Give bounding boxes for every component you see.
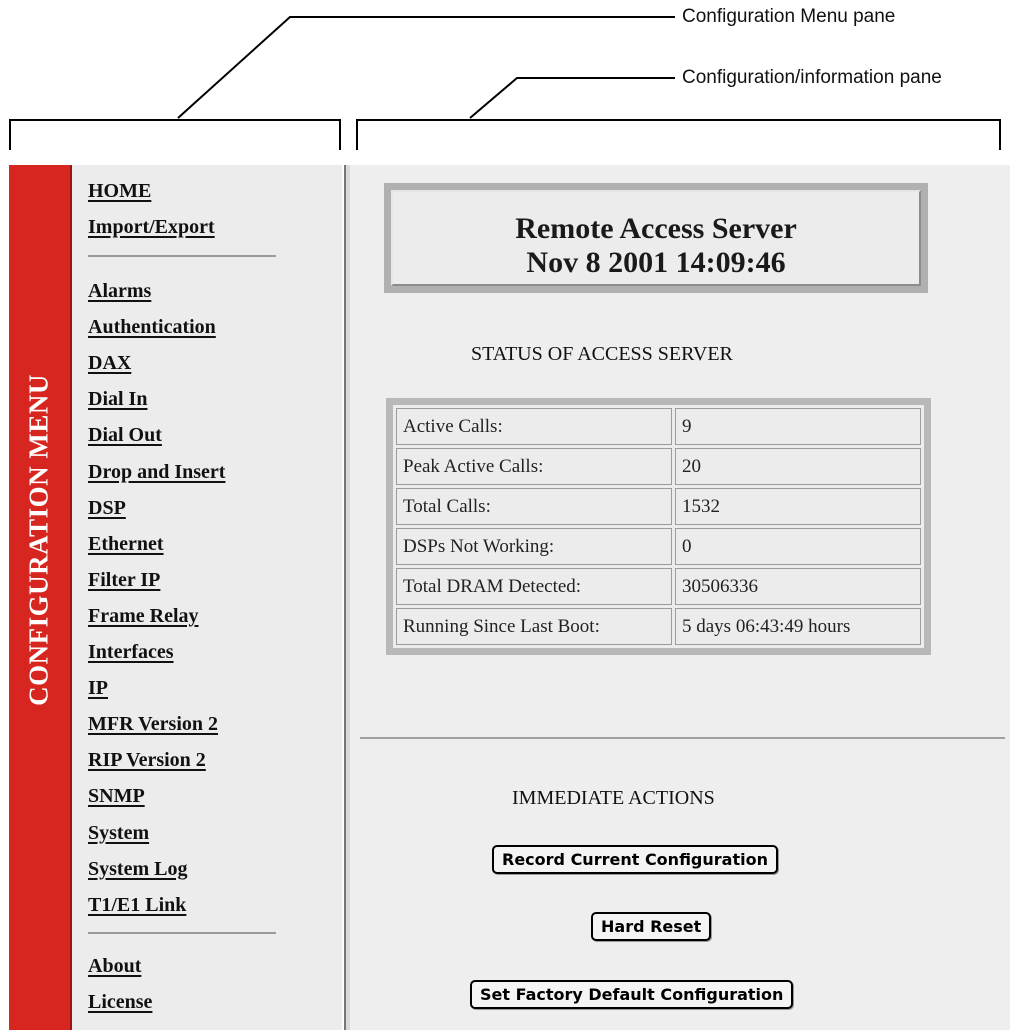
menu-item-t1-e1-link[interactable]: T1/E1 Link xyxy=(88,894,186,917)
callout-menu-pane: Configuration Menu pane xyxy=(682,6,896,27)
section-divider xyxy=(360,737,1005,739)
status-value: 5 days 06:43:49 hours xyxy=(675,608,921,645)
table-row: DSPs Not Working: 0 xyxy=(396,528,921,565)
table-row: Total Calls: 1532 xyxy=(396,488,921,525)
status-label: Total Calls: xyxy=(396,488,672,525)
status-label: Active Calls: xyxy=(396,408,672,445)
menu-item-ethernet[interactable]: Ethernet xyxy=(88,533,164,556)
menu-item-filter-ip[interactable]: Filter IP xyxy=(88,569,160,592)
status-value: 20 xyxy=(675,448,921,485)
menu-item-alarms[interactable]: Alarms xyxy=(88,280,151,303)
actions-heading: IMMEDIATE ACTIONS xyxy=(512,787,715,809)
table-row: Total DRAM Detected: 30506336 xyxy=(396,568,921,605)
menu-item-system-log[interactable]: System Log xyxy=(88,858,187,881)
menu-separator xyxy=(88,255,276,257)
status-heading: STATUS OF ACCESS SERVER xyxy=(471,343,733,365)
status-value: 30506336 xyxy=(675,568,921,605)
menu-item-rip-version-2[interactable]: RIP Version 2 xyxy=(88,749,206,772)
status-value: 1532 xyxy=(675,488,921,525)
menu-item-license[interactable]: License xyxy=(88,991,152,1014)
menu-item-dsp[interactable]: DSP xyxy=(88,497,126,520)
record-current-configuration-button[interactable]: Record Current Configuration xyxy=(492,845,778,874)
server-datetime: Nov 8 2001 14:09:46 xyxy=(526,246,786,279)
menu-item-dial-in[interactable]: Dial In xyxy=(88,388,147,411)
menu-item-system[interactable]: System xyxy=(88,822,149,845)
status-value: 0 xyxy=(675,528,921,565)
menu-item-ip[interactable]: IP xyxy=(88,677,108,700)
hard-reset-button[interactable]: Hard Reset xyxy=(591,912,712,941)
table-row: Running Since Last Boot: 5 days 06:43:49 … xyxy=(396,608,921,645)
page-title: Remote Access Server xyxy=(515,212,797,245)
menu-item-mfr-version-2[interactable]: MFR Version 2 xyxy=(88,713,218,736)
menu-item-interfaces[interactable]: Interfaces xyxy=(88,641,174,664)
status-label: Running Since Last Boot: xyxy=(396,608,672,645)
menu-item-import-export[interactable]: Import/Export xyxy=(88,216,215,239)
table-row: Active Calls: 9 xyxy=(396,408,921,445)
menu-item-dax[interactable]: DAX xyxy=(88,352,131,375)
menu-item-frame-relay[interactable]: Frame Relay xyxy=(88,605,199,628)
menu-item-snmp[interactable]: SNMP xyxy=(88,785,145,808)
banner-label: CONFIGURATION MENU xyxy=(23,374,54,706)
menu-item-dial-out[interactable]: Dial Out xyxy=(88,424,162,447)
status-table: Active Calls: 9 Peak Active Calls: 20 Total … xyxy=(386,398,931,655)
menu-item-home[interactable]: HOME xyxy=(88,180,151,203)
menu-item-authentication[interactable]: Authentication xyxy=(88,316,216,339)
menu-item-drop-and-insert[interactable]: Drop and Insert xyxy=(88,461,225,484)
status-label: DSPs Not Working: xyxy=(396,528,672,565)
callout-info-pane: Configuration/information pane xyxy=(682,67,942,88)
set-factory-default-configuration-button[interactable]: Set Factory Default Configuration xyxy=(470,980,794,1009)
menu-item-about[interactable]: About xyxy=(88,955,141,978)
status-value: 9 xyxy=(675,408,921,445)
status-label: Total DRAM Detected: xyxy=(396,568,672,605)
title-box: Remote Access Server Nov 8 2001 14:09:46 xyxy=(384,183,928,293)
table-row: Peak Active Calls: 20 xyxy=(396,448,921,485)
menu-separator xyxy=(88,932,276,934)
status-label: Peak Active Calls: xyxy=(396,448,672,485)
